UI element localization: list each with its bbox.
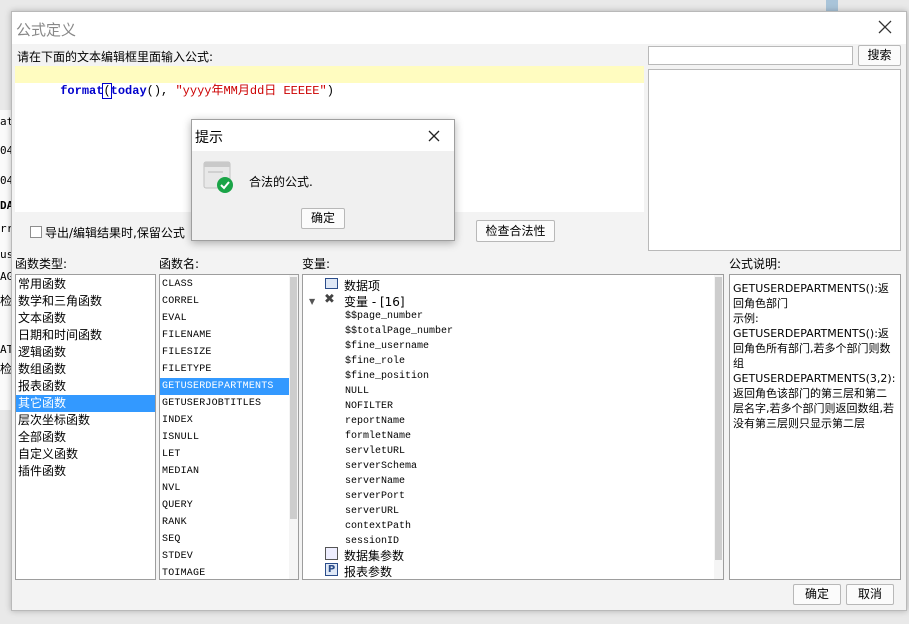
func-type-item[interactable]: 全部函数: [16, 429, 155, 446]
func-type-item[interactable]: 常用函数: [16, 276, 155, 293]
variable-item[interactable]: formletName: [345, 429, 453, 444]
title-bar: 公式定义: [12, 12, 906, 44]
func-type-list: 常用函数 数学和三角函数 文本函数 日期和时间函数 逻辑函数 数组函数 报表函数…: [15, 274, 156, 580]
func-name-item[interactable]: NVL: [160, 480, 298, 497]
func-type-item-selected[interactable]: 其它函数: [16, 395, 155, 412]
description-panel: GETUSERDEPARTMENTS():返回角色部门 示例: GETUSERD…: [729, 274, 901, 580]
hint-popup: 提示 合法的公式. 确定: [191, 119, 455, 241]
func-type-item[interactable]: 数组函数: [16, 361, 155, 378]
search-results: [648, 69, 901, 251]
expand-arrow-icon[interactable]: ▼: [309, 297, 315, 306]
func-name-item[interactable]: LET: [160, 446, 298, 463]
variable-item[interactable]: $$totalPage_number: [345, 324, 453, 339]
description-line: GETUSERDEPARTMENTS():返回角色部门: [733, 282, 889, 310]
func-name-item[interactable]: FILESIZE: [160, 344, 298, 361]
variable-group-node[interactable]: 变量 - [16]: [344, 293, 405, 310]
func-name-item[interactable]: SEQ: [160, 531, 298, 548]
func-type-item[interactable]: 插件函数: [16, 463, 155, 480]
variable-item[interactable]: serverName: [345, 474, 453, 489]
func-name-item[interactable]: FILETYPE: [160, 361, 298, 378]
instruction-label: 请在下面的文本编辑框里面输入公式:: [17, 50, 214, 64]
func-name-scroll-thumb[interactable]: [290, 277, 297, 519]
description-line: 示例:: [733, 312, 759, 325]
func-name-item[interactable]: TOIMAGE: [160, 565, 298, 579]
data-items-node[interactable]: 数据项: [344, 277, 380, 294]
variable-item[interactable]: reportName: [345, 414, 453, 429]
keep-formula-checkbox[interactable]: [30, 226, 42, 238]
ok-button[interactable]: 确定: [793, 584, 841, 605]
formula-fn2: today: [110, 84, 147, 98]
description-line: GETUSERDEPARTMENTS():返回角色所有部门,若多个部门则数组: [733, 327, 891, 370]
func-type-item[interactable]: 日期和时间函数: [16, 327, 155, 344]
formula-paren: (: [102, 83, 112, 99]
func-type-label: 函数类型:: [15, 257, 68, 271]
variable-item[interactable]: NULL: [345, 384, 453, 399]
dataset-params-node[interactable]: 数据集参数: [344, 547, 404, 564]
dialog-title: 公式定义: [16, 21, 77, 39]
variable-scroll-thumb[interactable]: [715, 277, 722, 560]
func-name-item[interactable]: GETUSERJOBTITLES: [160, 395, 298, 412]
func-type-item[interactable]: 报表函数: [16, 378, 155, 395]
func-type-item[interactable]: 层次坐标函数: [16, 412, 155, 429]
close-icon[interactable]: [874, 16, 896, 38]
popup-title-bar: 提示: [192, 120, 454, 151]
search-button[interactable]: 搜索: [858, 45, 901, 66]
report-params-icon: P: [325, 563, 338, 576]
variable-item[interactable]: $fine_role: [345, 354, 453, 369]
func-name-item[interactable]: CORREL: [160, 293, 298, 310]
success-icon: [203, 161, 234, 193]
variable-item[interactable]: contextPath: [345, 519, 453, 534]
variable-item[interactable]: serverSchema: [345, 459, 453, 474]
func-name-list: CLASS CORREL EVAL FILENAME FILESIZE FILE…: [159, 274, 299, 580]
keep-formula-label: 导出/编辑结果时,保留公式: [45, 226, 185, 240]
func-name-item[interactable]: STDEV: [160, 548, 298, 565]
search-input[interactable]: [648, 46, 853, 65]
variable-tree: 数据项 ▼ ✖ 变量 - [16] $$page_number $$totalP…: [302, 274, 724, 580]
variable-item[interactable]: $$page_number: [345, 309, 453, 324]
description-line: GETUSERDEPARTMENTS(3,2):返回角色该部门的第三层和第二层名…: [733, 372, 896, 430]
variable-item[interactable]: serverURL: [345, 504, 453, 519]
formula-end: ): [326, 84, 334, 98]
popup-title: 提示: [195, 130, 223, 146]
check-validity-button[interactable]: 检查合法性: [476, 220, 555, 242]
func-name-label: 函数名:: [159, 257, 200, 271]
func-name-item[interactable]: QUERY: [160, 497, 298, 514]
variable-label: 变量:: [302, 257, 331, 271]
variable-group-icon: ✖: [324, 292, 335, 307]
data-items-icon: [325, 278, 338, 289]
variable-item[interactable]: $fine_username: [345, 339, 453, 354]
func-name-item[interactable]: EVAL: [160, 310, 298, 327]
popup-close-icon[interactable]: [424, 126, 444, 146]
report-params-node[interactable]: 报表参数: [344, 563, 392, 579]
popup-ok-button[interactable]: 确定: [301, 208, 345, 229]
formula-mid: (),: [146, 84, 176, 98]
func-type-item[interactable]: 逻辑函数: [16, 344, 155, 361]
func-name-item[interactable]: MEDIAN: [160, 463, 298, 480]
formula-dialog: 公式定义 请在下面的文本编辑框里面输入公式: format(today(), "…: [11, 11, 907, 611]
func-name-item[interactable]: FILENAME: [160, 327, 298, 344]
func-name-scrollbar[interactable]: [289, 275, 298, 579]
func-name-item-selected[interactable]: GETUSERDEPARTMENTS: [160, 378, 289, 395]
formula-text: format(today(), "yyyy年MM月dd日 EEEEE"): [17, 67, 334, 112]
description-label: 公式说明:: [729, 257, 782, 271]
func-name-item[interactable]: INDEX: [160, 412, 298, 429]
func-name-item[interactable]: CLASS: [160, 276, 298, 293]
func-name-item[interactable]: RANK: [160, 514, 298, 531]
variable-list: $$page_number $$totalPage_number $fine_u…: [345, 309, 453, 549]
func-type-item[interactable]: 文本函数: [16, 310, 155, 327]
variable-scrollbar[interactable]: [714, 275, 723, 579]
variable-item[interactable]: servletURL: [345, 444, 453, 459]
func-type-item[interactable]: 数学和三角函数: [16, 293, 155, 310]
dataset-params-icon: [325, 547, 338, 560]
variable-item[interactable]: serverPort: [345, 489, 453, 504]
formula-string: "yyyy年MM月dd日 EEEEE": [175, 84, 327, 98]
variable-item[interactable]: NOFILTER: [345, 399, 453, 414]
variable-group-label: 变量 - [16]: [344, 295, 405, 309]
popup-message: 合法的公式.: [249, 175, 313, 189]
func-type-item[interactable]: 自定义函数: [16, 446, 155, 463]
variable-item[interactable]: $fine_position: [345, 369, 453, 384]
formula-fn: format: [60, 84, 104, 98]
cancel-button[interactable]: 取消: [846, 584, 894, 605]
func-name-item[interactable]: ISNULL: [160, 429, 298, 446]
